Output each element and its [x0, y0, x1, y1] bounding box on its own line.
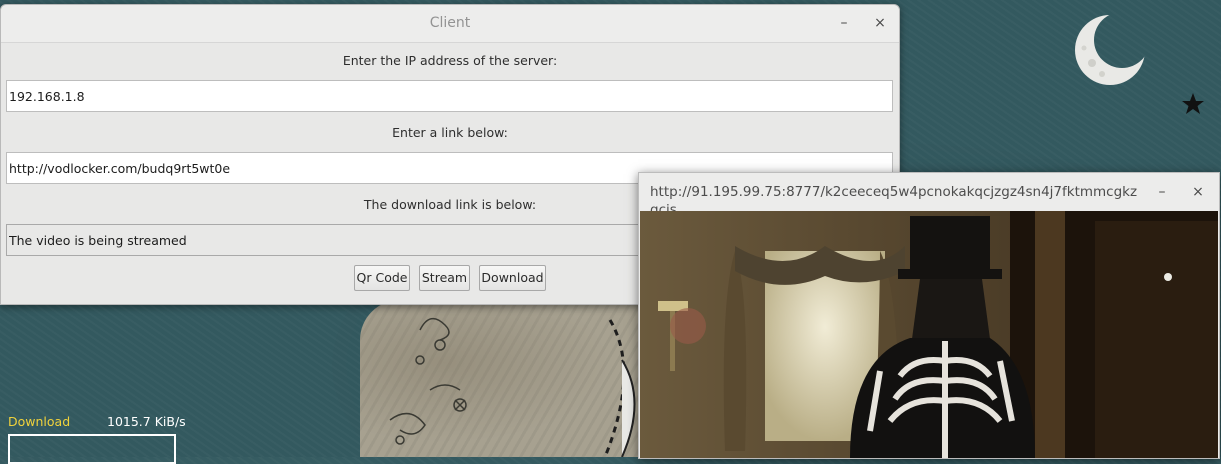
desktop-artwork — [360, 300, 640, 457]
video-player-window: http://91.195.99.75:8777/k2ceeceq5w4pcno… — [638, 172, 1220, 459]
ip-address-input[interactable] — [6, 80, 893, 112]
ip-label: Enter the IP address of the server: — [342, 53, 558, 68]
video-frame[interactable] — [640, 211, 1218, 458]
close-button[interactable]: × — [870, 13, 890, 33]
conky-download-rate: 1015.7 KiB/s — [107, 414, 186, 429]
conky-download-label: Download — [8, 414, 71, 429]
crescent-moon-icon — [1075, 15, 1145, 85]
stream-button[interactable]: Stream — [419, 265, 470, 291]
player-window-title: http://91.195.99.75:8777/k2ceeceq5w4pcno… — [650, 184, 1138, 211]
minimize-button[interactable]: – — [834, 13, 854, 33]
star-icon — [1182, 93, 1204, 114]
qr-code-button[interactable]: Qr Code — [354, 265, 410, 291]
player-close-button[interactable]: × — [1188, 182, 1208, 202]
link-label: Enter a link below: — [392, 125, 508, 140]
download-button[interactable]: Download — [479, 265, 546, 291]
client-titlebar[interactable]: Client – × — [1, 5, 899, 43]
player-minimize-button[interactable]: – — [1152, 182, 1172, 202]
client-window-title: Client — [429, 15, 471, 31]
conky-download-graph — [8, 434, 176, 464]
